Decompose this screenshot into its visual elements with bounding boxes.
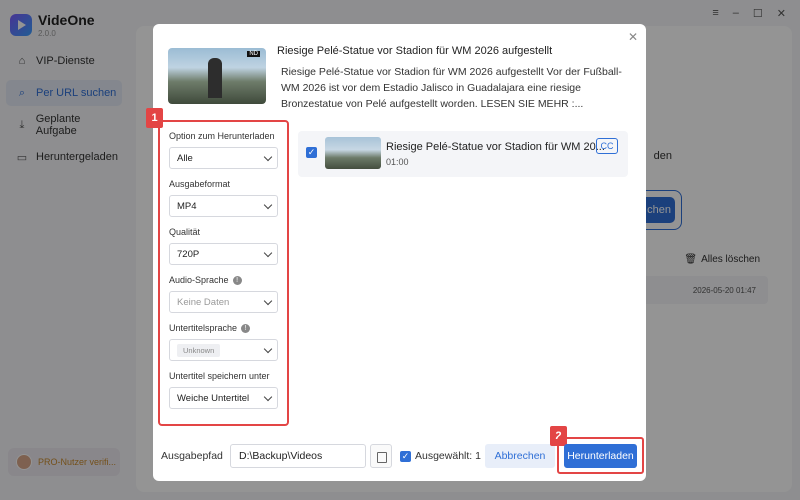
subtitle-save-label: Untertitel speichern unter: [169, 371, 270, 381]
video-title: Riesige Pelé-Statue vor Stadion für WM 2…: [277, 45, 553, 57]
audio-language-label: Audio-Sprache !: [169, 274, 278, 286]
quality-label: Qualität: [169, 227, 201, 237]
chevron-down-icon: [263, 392, 273, 401]
video-description: Riesige Pelé-Statue vor Stadion für WM 2…: [281, 66, 622, 110]
output-path-field[interactable]: D:\Backup\Videos: [230, 444, 366, 468]
item-thumbnail: [325, 137, 381, 169]
subtitle-language-select[interactable]: Unknown: [169, 339, 278, 361]
format-label: Ausgabeformat: [169, 179, 231, 189]
info-icon[interactable]: !: [232, 275, 242, 285]
chevron-down-icon: [263, 200, 273, 209]
item-duration: 01:00: [386, 157, 409, 167]
download-options-panel: Option zum Herunterladen Alle Ausgabefor…: [158, 120, 289, 426]
close-icon[interactable]: ✕: [628, 30, 638, 44]
cc-badge[interactable]: CC: [596, 138, 618, 154]
chevron-down-icon: [263, 248, 273, 257]
audio-language-select[interactable]: Keine Daten: [169, 291, 278, 313]
browse-folder-icon[interactable]: [370, 444, 392, 468]
chevron-down-icon: [263, 296, 273, 305]
download-button[interactable]: Herunterladen: [564, 444, 637, 468]
item-checkbox[interactable]: ✓: [306, 147, 317, 158]
quality-select[interactable]: 720P: [169, 243, 278, 265]
item-title: Riesige Pelé-Statue vor Stadion für WM 2…: [386, 141, 605, 153]
download-option-select[interactable]: Alle: [169, 147, 278, 169]
subtitle-language-text: Untertitelsprache: [169, 323, 238, 333]
format-select[interactable]: MP4: [169, 195, 278, 217]
subtitle-language-value: Unknown: [177, 343, 221, 357]
video-thumbnail: [168, 48, 266, 104]
output-path-label: Ausgabepfad: [161, 450, 223, 462]
download-option-label: Option zum Herunterladen: [169, 131, 275, 141]
chevron-down-icon: [263, 152, 273, 161]
quality-value: 720P: [177, 248, 200, 260]
subtitle-save-value: Weiche Untertitel: [177, 392, 250, 404]
info-icon[interactable]: !: [241, 323, 251, 333]
select-all-checkbox[interactable]: ✓: [400, 451, 411, 462]
selected-count-label: Ausgewählt: 1: [415, 450, 481, 462]
download-button-highlight: Herunterladen: [557, 437, 644, 474]
audio-language-text: Audio-Sprache: [169, 275, 229, 285]
subtitle-language-label: Untertitelsprache !: [169, 322, 278, 334]
format-value: MP4: [177, 200, 197, 212]
subtitle-save-select[interactable]: Weiche Untertitel: [169, 387, 278, 409]
cancel-button[interactable]: Abbrechen: [485, 444, 555, 468]
download-option-value: Alle: [177, 152, 193, 164]
video-list-item[interactable]: ✓ Riesige Pelé-Statue vor Stadion für WM…: [298, 131, 628, 177]
audio-language-value: Keine Daten: [177, 296, 230, 308]
download-dialog: ✕ Riesige Pelé-Statue vor Stadion für WM…: [146, 24, 646, 481]
chevron-down-icon: [263, 344, 273, 353]
